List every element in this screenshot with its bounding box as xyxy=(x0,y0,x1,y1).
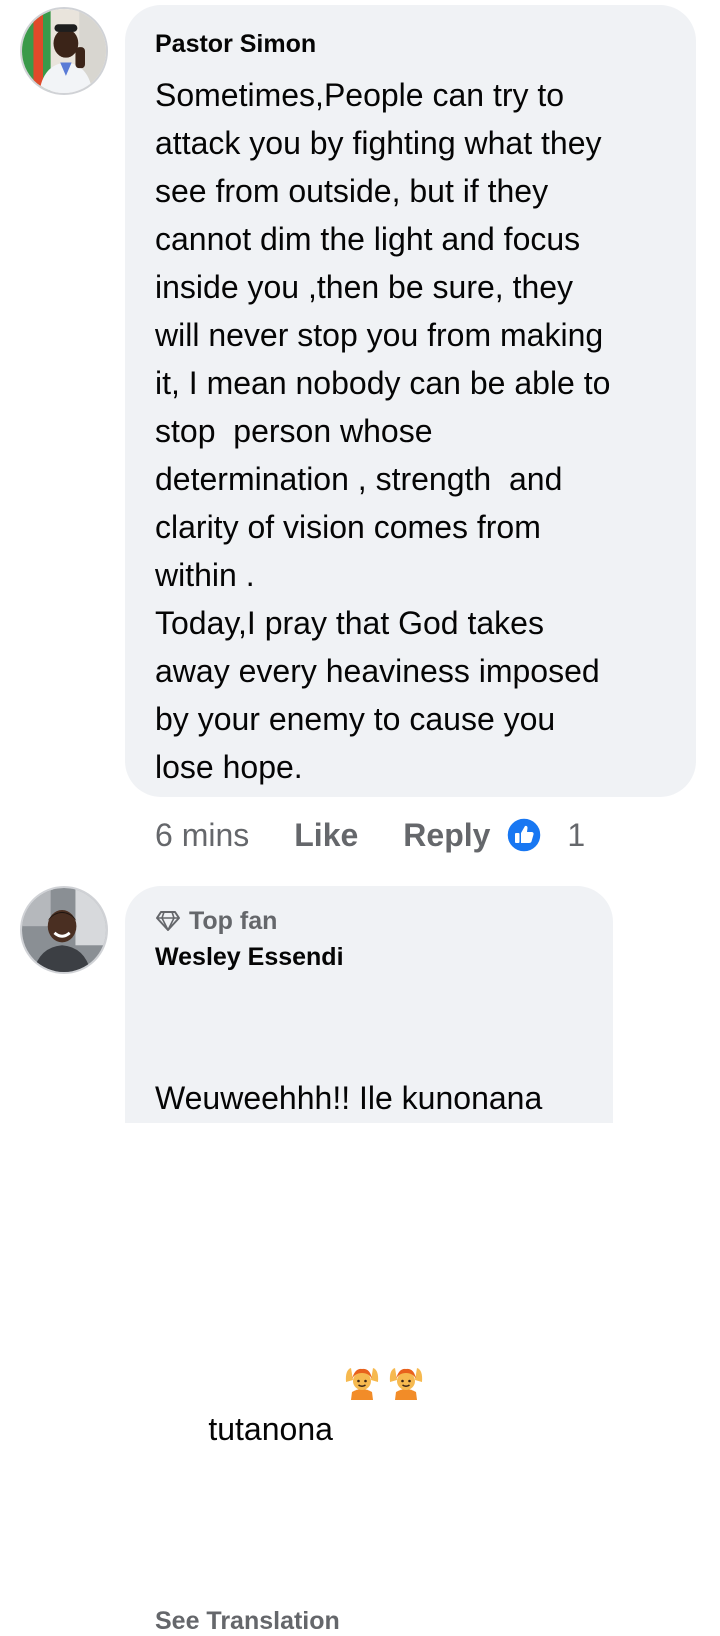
comment-bubble-pastor-simon: Pastor Simon Sometimes,People can try to… xyxy=(125,5,696,797)
comment-text-line-2: tutanona xyxy=(155,1218,613,1501)
avatar-pastor-simon[interactable] xyxy=(20,7,108,95)
thumbs-up-icon xyxy=(506,817,543,853)
comment-text: Sometimes,People can try to attack you b… xyxy=(155,77,611,785)
top-fan-badge[interactable]: Top fan xyxy=(155,906,613,936)
comment-actions: 6 mins Like Reply 1 xyxy=(155,812,585,858)
person-raising-hands-emoji xyxy=(387,1266,425,1400)
comment-text-line-1: Weuweehhh!! Ile kunonana xyxy=(155,1080,543,1116)
comment-text: Weuweehhh!! Ile kunonana tutanona xyxy=(155,978,613,1597)
avatar-wesley-essendi[interactable] xyxy=(20,886,108,974)
reactions-summary[interactable]: 1 xyxy=(506,817,585,854)
see-translation-link[interactable]: See Translation xyxy=(155,1607,613,1636)
comment-bubble-wesley-essendi: Top fan Wesley Essendi Weuweehhh!! Ile k… xyxy=(125,886,613,1635)
avatar-image xyxy=(22,9,106,93)
like-button[interactable]: Like xyxy=(294,817,358,854)
person-raising-hands-emoji xyxy=(343,1266,381,1400)
avatar-image xyxy=(22,888,106,972)
reply-button[interactable]: Reply xyxy=(403,817,490,854)
reaction-count: 1 xyxy=(567,816,586,853)
comment-timestamp[interactable]: 6 mins xyxy=(155,817,249,854)
comment-author[interactable]: Wesley Essendi xyxy=(155,942,613,972)
top-fan-label: Top fan xyxy=(189,907,278,935)
diamond-icon xyxy=(155,909,181,933)
comment-author[interactable]: Pastor Simon xyxy=(155,29,696,59)
comment-text-line-2-words: tutanona xyxy=(208,1411,333,1447)
